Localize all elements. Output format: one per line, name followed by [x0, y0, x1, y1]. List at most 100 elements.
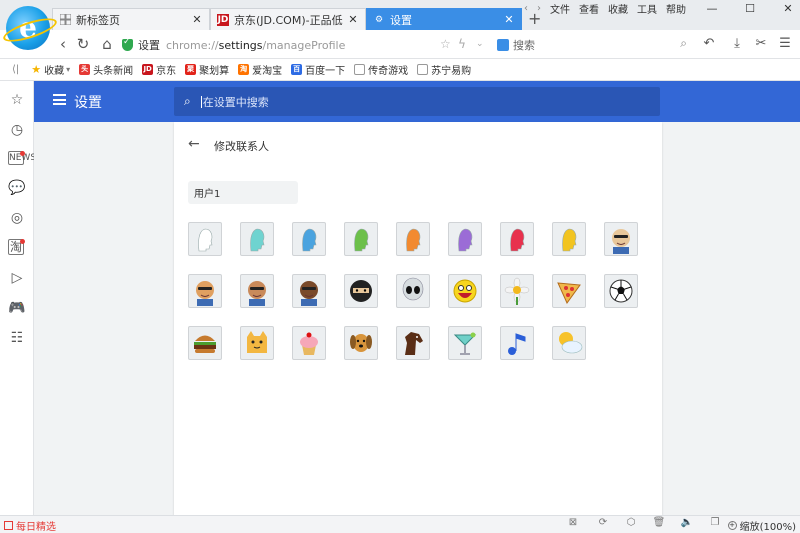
- search-input[interactable]: 搜索 ⌕: [497, 35, 693, 54]
- star-icon[interactable]: ☆: [440, 37, 451, 51]
- chevron-right-icon[interactable]: ›: [537, 3, 541, 14]
- avatar-note[interactable]: [500, 326, 534, 360]
- sidebar-toggle-icon[interactable]: ⟨|: [12, 64, 19, 75]
- reload-icon[interactable]: ↻: [74, 35, 92, 53]
- avatar-alien[interactable]: [396, 274, 430, 308]
- tab-settings[interactable]: ⚙ 设置 ✕: [366, 8, 522, 30]
- trash-icon[interactable]: 🗑: [652, 517, 666, 528]
- manage-profile-card: ← 修改联系人: [174, 122, 662, 515]
- avatar-sun-cloud[interactable]: [552, 326, 586, 360]
- taobao-icon[interactable]: 淘: [8, 239, 25, 255]
- bookmark-baidu[interactable]: 百 百度一下: [291, 62, 345, 77]
- block-icon[interactable]: ⊠: [566, 517, 580, 528]
- avatar-horse[interactable]: [396, 326, 430, 360]
- address-bar: ‹ ↻ ⌂ 设置 chrome:// settings /manageProfi…: [0, 30, 800, 59]
- avatar-businessman-icon: [300, 281, 318, 306]
- news-icon[interactable]: NEWS: [8, 151, 36, 165]
- toutiao-icon: 头: [79, 64, 91, 75]
- lightning-icon[interactable]: ϟ: [458, 37, 466, 51]
- weibo-icon[interactable]: ◎: [8, 209, 26, 227]
- notes-icon[interactable]: ☷: [8, 329, 26, 347]
- minimize-icon[interactable]: —: [700, 2, 724, 15]
- favorites-star-icon[interactable]: ☆: [8, 91, 26, 109]
- window-icon[interactable]: ❐: [708, 517, 722, 528]
- avatar-awesome[interactable]: [448, 274, 482, 308]
- avatar-burger[interactable]: [188, 326, 222, 360]
- bookmark-chuanqi[interactable]: 传奇游戏: [354, 62, 408, 77]
- avatar-margarita[interactable]: [448, 326, 482, 360]
- avatar-generic-purple[interactable]: [448, 222, 482, 256]
- grid-icon: [59, 14, 71, 26]
- settings-search-input[interactable]: ⌕ 在设置中搜索: [174, 87, 660, 116]
- avatar-cat[interactable]: [240, 326, 274, 360]
- url-host: settings: [218, 38, 263, 52]
- history-clock-icon[interactable]: ◷: [8, 121, 26, 139]
- speaker-icon[interactable]: 🔈: [680, 517, 694, 528]
- avatar-generic-aqua-icon: [250, 228, 265, 252]
- menu-tools[interactable]: 工具: [637, 1, 657, 16]
- bookmark-toutiao[interactable]: 头 头条新闻: [79, 62, 133, 77]
- bookmark-aitaobao[interactable]: 淘 爱淘宝: [238, 62, 282, 77]
- video-play-icon[interactable]: ▷: [8, 269, 26, 287]
- avatar-generic-yellow[interactable]: [552, 222, 586, 256]
- menu-view[interactable]: 查看: [579, 1, 599, 16]
- zoom-plus-icon: +: [727, 521, 737, 530]
- shield-icon[interactable]: ⬡: [624, 517, 638, 528]
- avatar-generic-aqua[interactable]: [240, 222, 274, 256]
- page-icon: [417, 64, 429, 75]
- avatar-generic-orange[interactable]: [396, 222, 430, 256]
- gear-icon: ⚙: [374, 14, 384, 25]
- chat-icon[interactable]: 💬: [8, 179, 26, 197]
- avatar-businessman[interactable]: [292, 274, 326, 308]
- avatar-generic-red[interactable]: [500, 222, 534, 256]
- close-icon[interactable]: ✕: [191, 13, 203, 26]
- avatar-flower[interactable]: [500, 274, 534, 308]
- tab-new-tab[interactable]: 新标签页 ✕: [52, 8, 210, 30]
- bookmark-jd[interactable]: JD 京东: [142, 62, 176, 77]
- hamburger-menu-icon[interactable]: [53, 94, 66, 105]
- zoom-control[interactable]: + 缩放(100%): [727, 518, 796, 533]
- avatar-generic-green[interactable]: [344, 222, 378, 256]
- close-window-icon[interactable]: ✕: [776, 2, 800, 15]
- close-icon[interactable]: ✕: [347, 13, 359, 26]
- settings-page: 设置 ⌕ 在设置中搜索 ← 修改联系人: [34, 81, 800, 515]
- avatar-superhero[interactable]: [188, 274, 222, 308]
- avatar-cupcake[interactable]: [292, 326, 326, 360]
- more-menu-icon[interactable]: ☰: [776, 36, 794, 51]
- tab-jd[interactable]: JD 京东(JD.COM)-正品低价、品质保障 ✕: [210, 8, 366, 30]
- menu-help[interactable]: 帮助: [666, 1, 686, 16]
- back-arrow-icon[interactable]: ←: [188, 136, 200, 152]
- jd-icon: JD: [217, 13, 229, 26]
- menu-favorites[interactable]: 收藏: [608, 1, 628, 16]
- undo-icon[interactable]: ↶: [700, 36, 718, 51]
- search-placeholder: 搜索: [513, 38, 535, 52]
- close-icon[interactable]: ✕: [503, 13, 515, 26]
- avatar-soccer[interactable]: [604, 274, 638, 308]
- avatar-generic-white[interactable]: [188, 222, 222, 256]
- daily-picks-link[interactable]: 每日精选: [4, 518, 56, 533]
- chevron-left-icon[interactable]: ‹: [524, 3, 528, 14]
- avatar-generic-blue[interactable]: [292, 222, 326, 256]
- home-icon[interactable]: ⌂: [98, 35, 116, 53]
- tab-title: 京东(JD.COM)-正品低价、品质保障: [234, 13, 343, 27]
- avatar-dog[interactable]: [344, 326, 378, 360]
- bookmark-favorites[interactable]: ★ 收藏 ▾: [31, 62, 70, 77]
- search-icon[interactable]: ⌕: [680, 36, 687, 51]
- avatar-pizza[interactable]: [552, 274, 586, 308]
- url-field[interactable]: 设置 chrome:// settings /manageProfile: [122, 36, 345, 54]
- avatar-secret-agent[interactable]: [604, 222, 638, 256]
- avatar-ninja[interactable]: [344, 274, 378, 308]
- accelerate-icon[interactable]: ⟳: [596, 517, 610, 528]
- scissors-icon[interactable]: ✂: [752, 36, 770, 51]
- profile-name-field[interactable]: [188, 181, 298, 204]
- download-icon[interactable]: ⤓: [728, 36, 746, 51]
- menu-file[interactable]: 文件: [550, 1, 570, 16]
- bookmark-suning[interactable]: 苏宁易购: [417, 62, 471, 77]
- maximize-icon[interactable]: ☐: [738, 2, 762, 15]
- settings-search-placeholder: 在设置中搜索: [202, 95, 269, 109]
- game-controller-icon[interactable]: 🎮: [8, 299, 26, 317]
- back-icon[interactable]: ‹: [54, 35, 72, 53]
- bookmark-juhuasuan[interactable]: 聚 聚划算: [185, 62, 229, 77]
- avatar-volleyball-player[interactable]: [240, 274, 274, 308]
- chevron-down-icon[interactable]: ⌄: [476, 39, 484, 49]
